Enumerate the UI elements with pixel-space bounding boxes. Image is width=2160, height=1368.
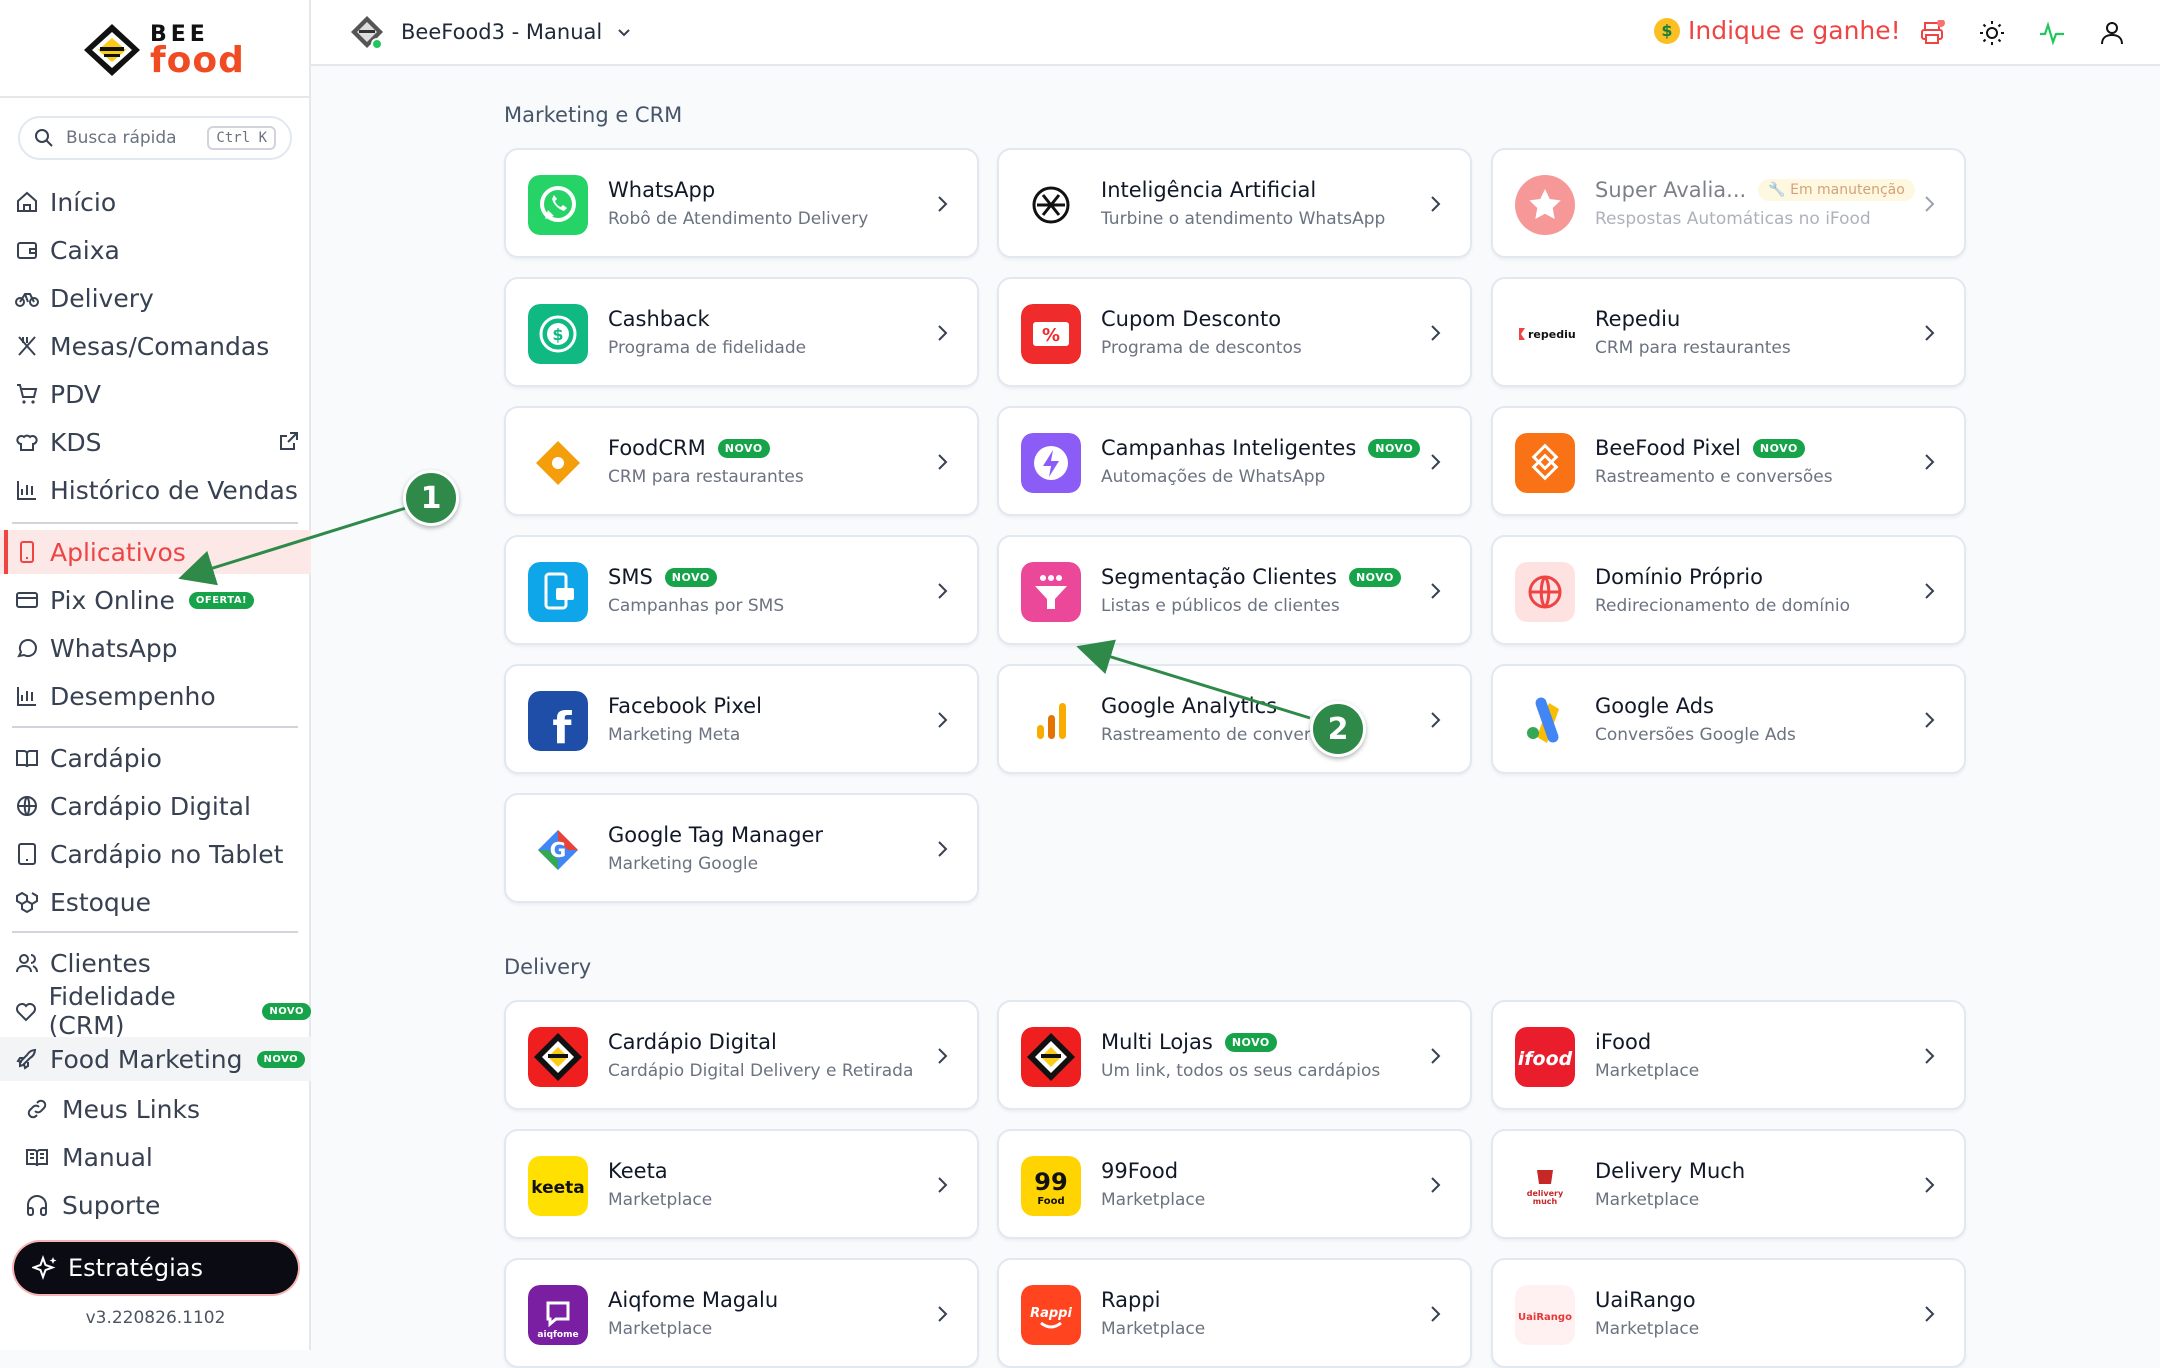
- annotation-arrows: [178, 506, 1311, 720]
- annotation-marker-2: 2: [1310, 701, 1366, 757]
- annotation-marker-1: 1: [403, 470, 459, 526]
